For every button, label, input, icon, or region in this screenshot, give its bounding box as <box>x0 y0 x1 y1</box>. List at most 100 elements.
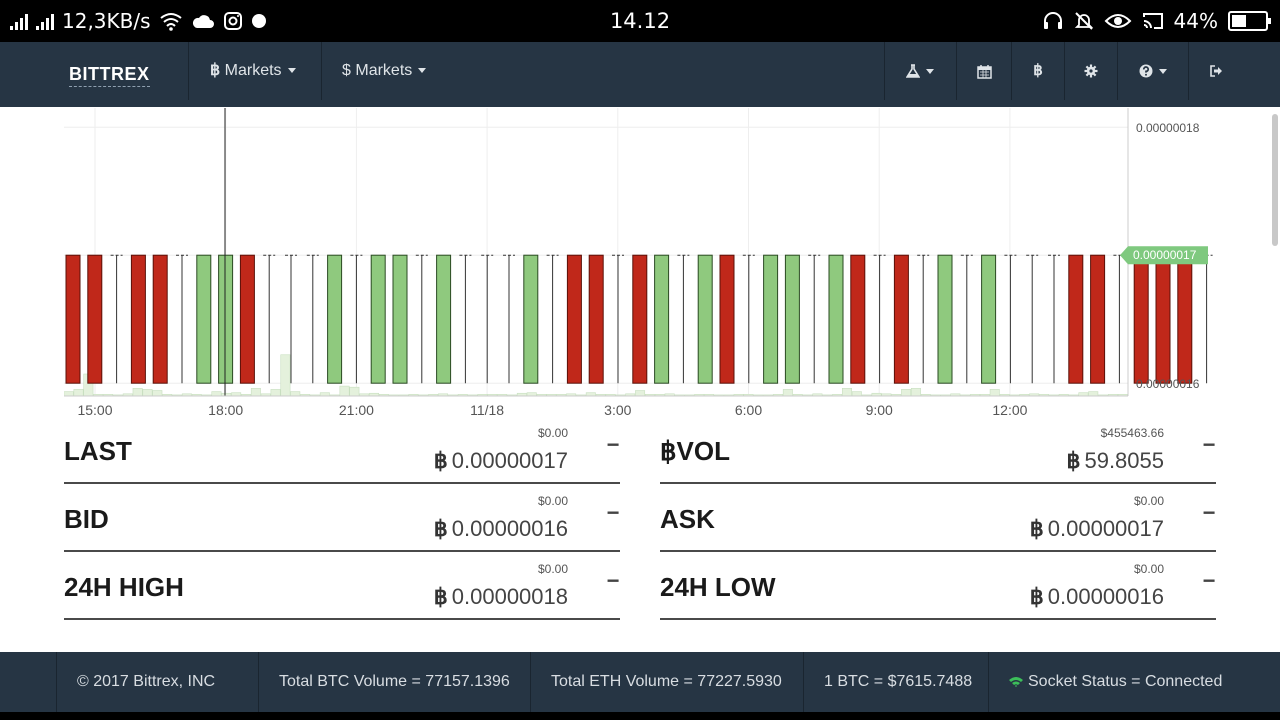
stat-24h-high: 24H HIGH $0.00 ฿ 0.00000018 − <box>64 552 620 620</box>
volume-bar <box>339 385 350 397</box>
bitcoin-icon: ฿ <box>433 448 448 473</box>
help-menu[interactable] <box>1118 42 1188 100</box>
status-right: 44% <box>1042 0 1271 42</box>
btc-usd-price: 1 BTC = $7615.7488 <box>824 673 973 690</box>
collapse-button[interactable]: − <box>606 570 620 592</box>
candle-down <box>1177 254 1193 384</box>
footer-divider <box>258 652 259 712</box>
candle-up <box>523 254 539 384</box>
stat-label: ASK <box>660 504 715 534</box>
gear-icon <box>1084 64 1098 78</box>
copyright-text: © 2017 Bittrex, INC <box>77 673 216 690</box>
volume-bar <box>782 389 793 397</box>
socket-status-text: Socket Status = Connected <box>1028 673 1223 690</box>
candle-down <box>239 254 255 384</box>
logout-button[interactable] <box>1189 42 1243 100</box>
volume-bar <box>63 391 74 397</box>
collapse-button[interactable]: − <box>606 502 620 524</box>
volume-bar <box>635 390 646 397</box>
usd-markets-menu[interactable]: $ Markets <box>342 42 427 100</box>
top-navbar: BITTREX ฿ Markets $ Markets ฿ <box>0 42 1280 107</box>
stat-usd-value: $0.00 <box>1133 562 1164 576</box>
btc-markets-menu[interactable]: ฿ Markets <box>210 42 296 100</box>
volume-bar <box>152 390 163 397</box>
candle-up <box>763 254 779 384</box>
brand-logo[interactable]: BITTREX <box>69 64 150 87</box>
candle-up <box>697 254 713 384</box>
calendar-button[interactable] <box>957 42 1011 100</box>
candle-up <box>828 254 844 384</box>
stat-value: ฿ 0.00000016 <box>434 516 568 542</box>
candle-down <box>1090 254 1106 384</box>
cast-icon <box>1142 13 1163 29</box>
dollar-icon: $ <box>342 62 351 79</box>
usd-markets-label: Markets <box>355 62 413 79</box>
volume-bar <box>280 354 291 397</box>
candle-down <box>1133 254 1149 384</box>
candle-up <box>436 254 452 384</box>
collapse-button[interactable]: − <box>1202 570 1216 592</box>
flask-icon <box>905 64 921 78</box>
candle-down <box>65 254 81 384</box>
total-eth-volume: Total ETH Volume = 77227.5930 <box>551 673 782 690</box>
collapse-button[interactable]: − <box>1202 434 1216 456</box>
candle-up <box>654 254 670 384</box>
volume-bar <box>290 391 301 397</box>
candle-down <box>719 254 735 384</box>
candle-down <box>152 254 168 384</box>
footer-divider <box>803 652 804 712</box>
labs-menu[interactable] <box>885 42 955 100</box>
stat-value: ฿ 0.00000017 <box>1030 516 1164 542</box>
eye-icon <box>1104 14 1131 28</box>
volume-bar <box>211 391 222 397</box>
collapse-button[interactable]: − <box>1202 502 1216 524</box>
candle-up <box>981 254 997 384</box>
stat-label: LAST <box>64 436 132 466</box>
stat-label: 24H LOW <box>660 572 776 602</box>
candle-up <box>327 254 343 384</box>
candle-down <box>588 254 604 384</box>
last-price-label: 0.00000017 <box>1133 248 1197 262</box>
collapse-button[interactable]: − <box>606 434 620 456</box>
settings-button[interactable] <box>1065 42 1117 100</box>
footer-divider <box>988 652 989 712</box>
bitcoin-icon: ฿ <box>433 584 448 609</box>
candle-down <box>130 254 146 384</box>
nav-bar-strip <box>0 712 1280 720</box>
bitcoin-button[interactable]: ฿ <box>1012 42 1064 100</box>
bitcoin-icon: ฿ <box>1033 62 1043 79</box>
stat-usd-value: $0.00 <box>1133 494 1164 508</box>
wifi-icon <box>159 13 182 31</box>
candle-down <box>1068 254 1084 384</box>
candle-down <box>87 254 103 384</box>
stat-last: LAST $0.00 ฿ 0.00000017 − <box>64 416 620 484</box>
price-chart[interactable]: 15:00 18:00 21:00 11/18 3:00 6:00 9:00 12:00 0.0… <box>63 108 1278 422</box>
volume-bar <box>841 387 852 397</box>
y-tick-label: 0.00000018 <box>1136 121 1200 135</box>
help-icon <box>1139 64 1153 78</box>
candle-down <box>632 254 648 384</box>
signal-icon <box>10 12 28 30</box>
stat-label: ฿VOL <box>660 436 730 466</box>
candle-up <box>392 254 408 384</box>
candle-down <box>566 254 582 384</box>
volume-bar <box>901 389 912 397</box>
instagram-icon <box>223 12 242 30</box>
stat-usd-value: $455463.66 <box>1100 426 1164 440</box>
status-left: 12,3KB/s <box>10 0 267 42</box>
stat-number: 0.00000016 <box>1047 584 1164 609</box>
headset-icon <box>1043 12 1062 29</box>
candle-up <box>196 254 212 384</box>
caret-down-icon <box>1159 68 1167 74</box>
stat-24h-low: 24H LOW $0.00 ฿ 0.00000016 − <box>660 552 1216 620</box>
candlestick-chart[interactable]: 15:00 18:00 21:00 11/18 3:00 6:00 9:00 12:000.0… <box>63 108 1278 422</box>
socket-status: Socket Status = Connected <box>1008 652 1222 712</box>
nav-divider <box>321 42 322 100</box>
page-scrollbar[interactable] <box>1272 114 1278 246</box>
footer-divider <box>56 652 57 712</box>
stat-usd-value: $0.00 <box>537 562 568 576</box>
volume-bar <box>250 387 261 397</box>
volume-bar <box>73 389 84 397</box>
stat-value: ฿ 0.00000016 <box>1030 584 1164 610</box>
footer-bar: © 2017 Bittrex, INC Total BTC Volume = 7… <box>0 652 1280 712</box>
